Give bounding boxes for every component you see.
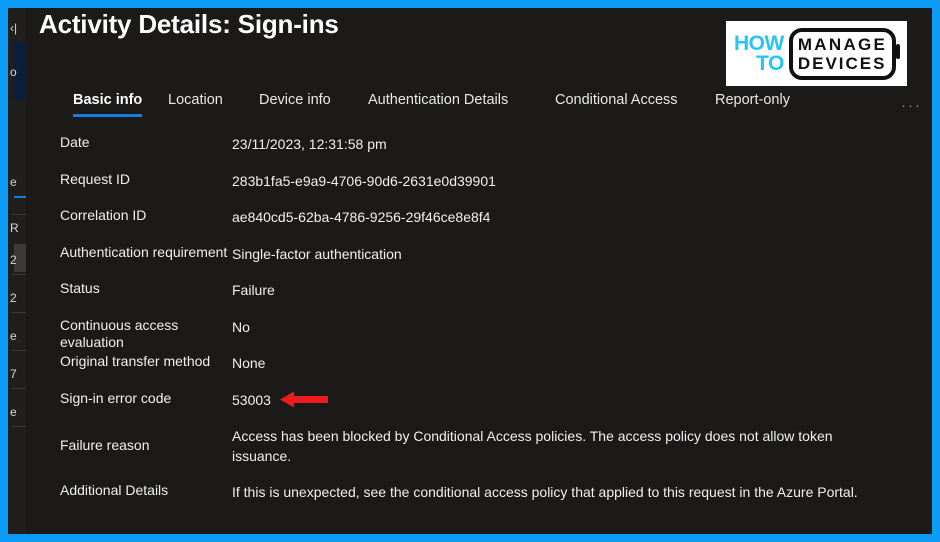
tab-device-info[interactable]: Device info — [259, 92, 331, 117]
detail-value-failure-reason: Access has been blocked by Conditional A… — [232, 428, 833, 464]
detail-row-failure-reason: Failure reason Access has been blocked b… — [26, 426, 932, 472]
detail-value-sign-in-error-code-wrap: 53003 — [232, 390, 932, 410]
detail-row-authentication-requirement: Authentication requirement Single-factor… — [26, 244, 932, 281]
detail-value-request-id: 283b1fa5-e9a9-4706-90d6-2631e0d39901 — [232, 172, 496, 189]
detail-row-request-id: Request ID 283b1fa5-e9a9-4706-90d6-2631e… — [26, 171, 932, 208]
detail-label-additional-details: Additional Details — [60, 482, 169, 498]
logo-howto-group: HOW TO — [734, 31, 784, 75]
tab-active-underline — [73, 114, 143, 117]
detail-row-status: Status Failure — [26, 280, 932, 317]
tab-basic-info[interactable]: Basic info — [73, 92, 143, 117]
detail-value-correlation-id: ae840cd5-62ba-4786-9256-29f46ce8e8f4 — [232, 209, 491, 225]
detail-label-authentication-requirement: Authentication requirement — [60, 243, 228, 260]
brand-logo: HOW TO MANAGE DEVICES — [726, 21, 907, 86]
tab-location-label: Location — [168, 92, 223, 108]
tab-strip: Basic info Location Device info Authenti… — [26, 92, 932, 128]
red-arrow-annotation-icon — [280, 391, 328, 407]
page-title: Activity Details: Sign-ins — [39, 9, 339, 39]
activity-details-list: Date 23/11/2023, 12:31:58 pm Request ID … — [26, 134, 932, 519]
detail-label-correlation-id: Correlation ID — [60, 207, 147, 223]
detail-label-continuous-access-evaluation: Continuous access evaluation — [60, 316, 179, 350]
tab-basic-info-label: Basic info — [73, 92, 143, 108]
detail-value-date: 23/11/2023, 12:31:58 pm — [232, 136, 387, 152]
detail-label-status: Status — [60, 280, 100, 296]
detail-value-authentication-requirement: Single-factor authentication — [232, 245, 402, 262]
detail-label-date: Date — [60, 134, 90, 150]
detail-row-additional-details: Additional Details If this is unexpected… — [26, 482, 932, 519]
detail-label-request-id: Request ID — [60, 170, 131, 187]
detail-row-date: Date 23/11/2023, 12:31:58 pm — [26, 134, 932, 171]
logo-how-text: HOW — [734, 31, 784, 55]
detail-label-failure-reason: Failure reason — [60, 437, 150, 453]
tab-report-only[interactable]: Report-only — [715, 92, 790, 117]
detail-row-sign-in-error-code: Sign-in error code 53003 — [26, 390, 932, 427]
tab-conditional-access-label: Conditional Access — [555, 92, 678, 108]
detail-value-status: Failure — [232, 282, 275, 298]
tab-device-info-label: Device info — [259, 92, 331, 108]
tab-authentication-details-label: Authentication Details — [368, 92, 509, 108]
logo-to-text: TO — [756, 51, 784, 75]
detail-value-original-transfer-method: None — [232, 355, 266, 371]
tab-report-only-label: Report-only — [715, 92, 790, 108]
tab-overflow-ellipsis-icon[interactable]: ··· — [901, 98, 922, 113]
detail-value-continuous-access-evaluation: No — [232, 318, 250, 335]
activity-details-panel: Activity Details: Sign-ins HOW TO MANAGE… — [26, 8, 932, 534]
detail-value-sign-in-error-code: 53003 — [232, 391, 271, 408]
tab-location[interactable]: Location — [168, 92, 223, 117]
detail-label-original-transfer-method: Original transfer method — [60, 353, 211, 369]
logo-devices-text: DEVICES — [797, 53, 887, 73]
phone-outline-icon: MANAGE DEVICES — [788, 27, 901, 80]
logo-manage-text: MANAGE — [797, 34, 888, 54]
screenshot-frame: ‹| o e R 2 2 e 7 e Activity Details: Sig… — [0, 0, 940, 542]
tab-conditional-access[interactable]: Conditional Access — [555, 92, 678, 117]
tab-authentication-details[interactable]: Authentication Details — [368, 92, 508, 117]
detail-row-correlation-id: Correlation ID ae840cd5-62ba-4786-9256-2… — [26, 207, 932, 244]
detail-label-sign-in-error-code: Sign-in error code — [60, 389, 172, 406]
detail-row-continuous-access-evaluation: Continuous access evaluation No — [26, 317, 932, 354]
detail-row-original-transfer-method: Original transfer method None — [26, 353, 932, 390]
detail-value-additional-details: If this is unexpected, see the condition… — [232, 484, 858, 500]
